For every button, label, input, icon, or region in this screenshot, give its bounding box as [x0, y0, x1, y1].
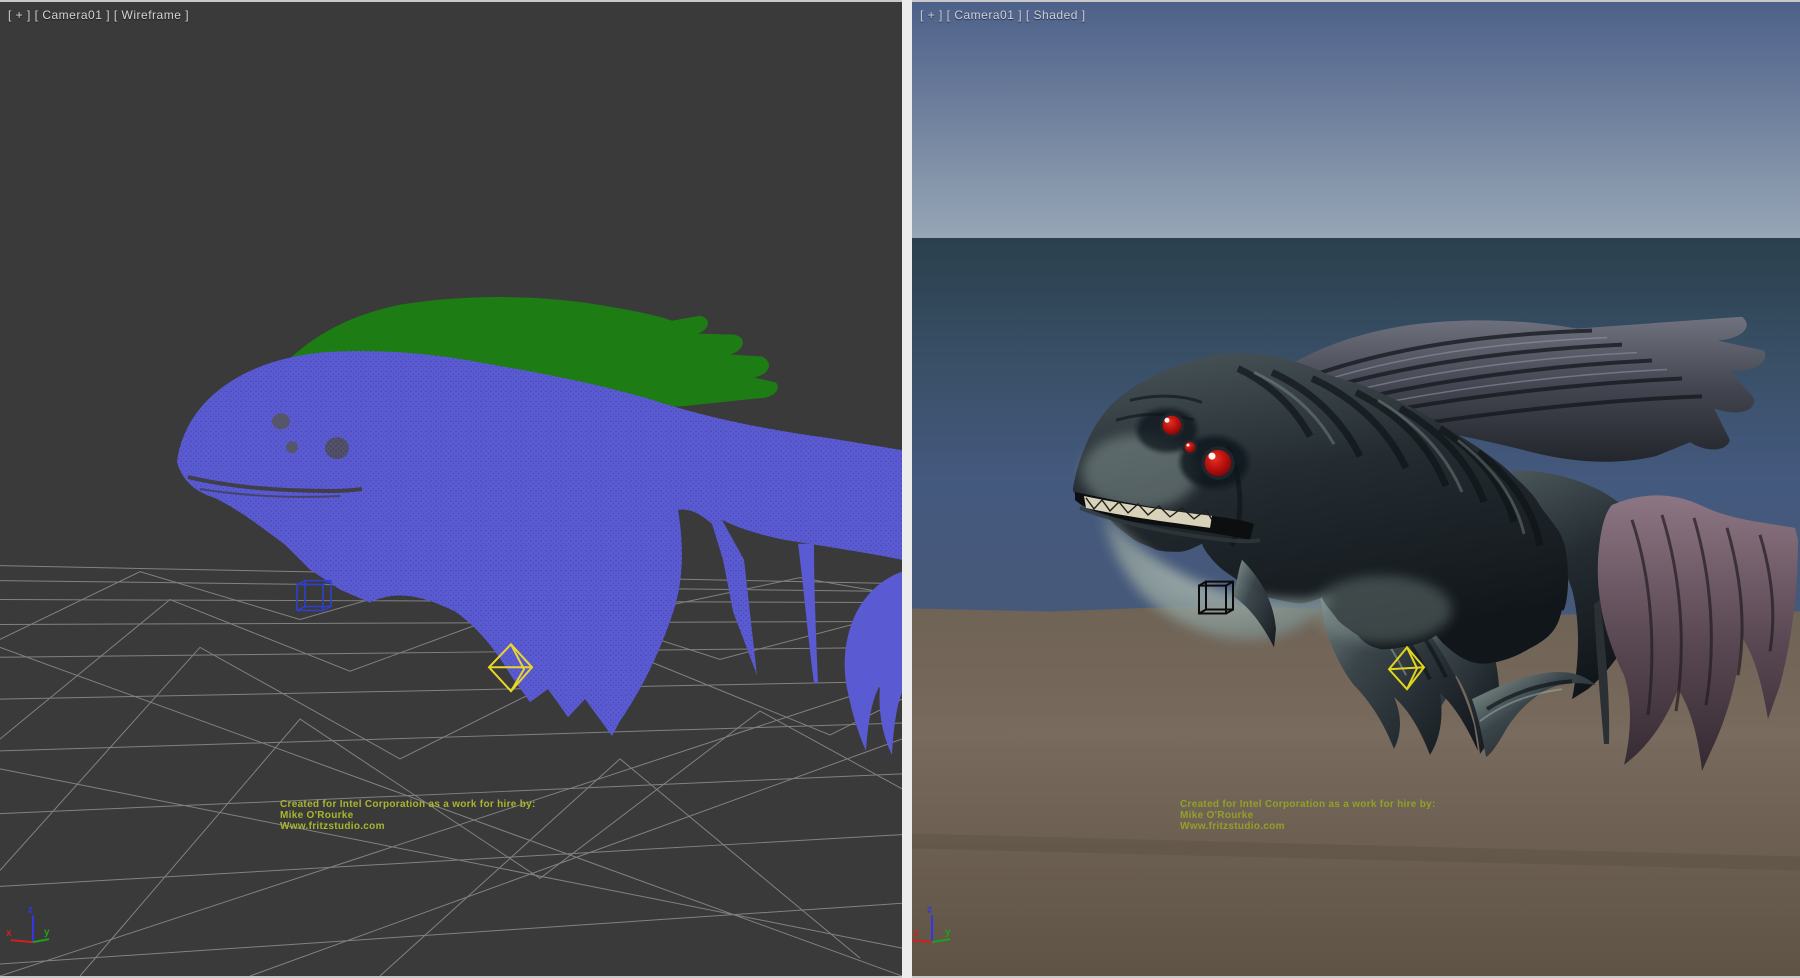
sky-background	[912, 2, 1800, 238]
red-eye-upper	[1161, 414, 1183, 436]
window-frame-top	[0, 0, 1800, 2]
copyright-watermark: Created for Intel Corporation as a work …	[1180, 799, 1436, 832]
viewport-label-shaded[interactable]: [ + ] [ Camera01 ] [ Shaded ]	[920, 8, 1086, 22]
axis-y-label: y	[945, 927, 951, 938]
axis-x-label: x	[6, 928, 12, 939]
axis-z-label: z	[927, 904, 932, 915]
copyright-watermark: Created for Intel Corporation as a work …	[280, 799, 536, 832]
red-eye-main	[1203, 448, 1233, 478]
max-viewport-layout: [ + ] [ Camera01 ] [ Wireframe ]	[0, 0, 1800, 978]
viewport-label-wireframe[interactable]: [ + ] [ Camera01 ] [ Wireframe ]	[8, 8, 189, 22]
viewport-splitter[interactable]	[902, 0, 912, 978]
viewport-shaded[interactable]: [ + ] [ Camera01 ] [ Shaded ]	[912, 2, 1800, 976]
axis-z-label: z	[28, 904, 33, 915]
viewport-wireframe[interactable]: [ + ] [ Camera01 ] [ Wireframe ]	[0, 2, 902, 976]
red-eye-small	[1184, 441, 1197, 454]
axis-x-label: x	[913, 928, 919, 939]
axis-y-label: y	[44, 927, 50, 938]
